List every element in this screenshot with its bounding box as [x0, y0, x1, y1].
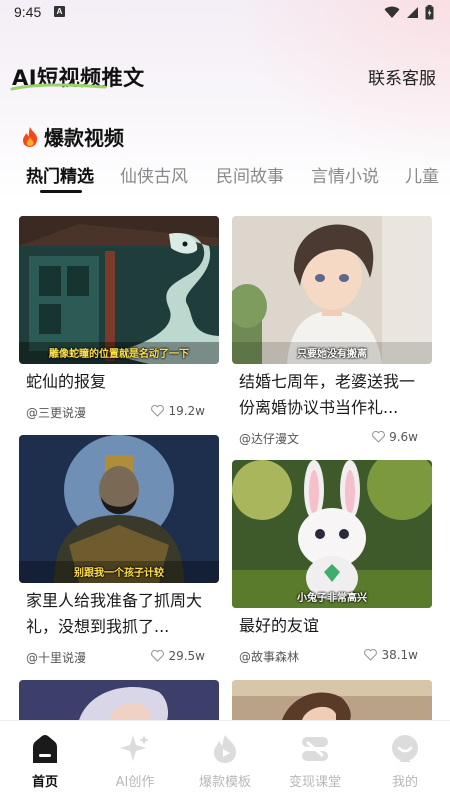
- nav-ai-create[interactable]: AI创作: [105, 733, 165, 790]
- tab-hot-picks[interactable]: 热门精选: [26, 162, 94, 187]
- nav-profile[interactable]: 我的: [375, 733, 435, 790]
- bottom-navigation: 首页 AI创作 爆款模板 变现课堂 我的: [0, 720, 450, 800]
- video-thumbnail[interactable]: [232, 680, 432, 720]
- card-title[interactable]: 蛇仙的报复: [26, 369, 216, 395]
- nav-home[interactable]: 首页: [15, 733, 75, 790]
- card-title[interactable]: 家里人给我准备了抓周大礼，没想到我抓了...: [26, 588, 216, 640]
- heart-icon: [364, 649, 378, 661]
- thumbnail-caption: 雕像蛇瞳的位置就是名动了一下: [49, 349, 189, 360]
- heart-icon: [372, 431, 386, 443]
- video-card[interactable]: [19, 680, 219, 720]
- section-title: 爆款视频: [20, 122, 124, 151]
- section-title-text: 爆款视频: [44, 126, 124, 150]
- card-author[interactable]: @故事森林: [239, 648, 299, 665]
- classroom-icon: [302, 737, 328, 761]
- sparkle-icon: [120, 735, 149, 761]
- thumbnail-caption: 小兔子非常高兴: [297, 593, 367, 604]
- nav-hot-templates[interactable]: 爆款模板: [195, 733, 255, 790]
- card-title[interactable]: 最好的友谊: [239, 613, 429, 639]
- nav-classroom[interactable]: 变现课堂: [285, 733, 345, 790]
- card-likes[interactable]: 9.6w: [372, 430, 418, 444]
- nav-label: 我的: [391, 775, 418, 790]
- card-author[interactable]: @达仔漫文: [239, 430, 299, 447]
- signal-icon: [407, 7, 418, 18]
- video-card[interactable]: [232, 680, 432, 720]
- card-likes[interactable]: 29.5w: [151, 649, 205, 663]
- card-author[interactable]: @十里说漫: [26, 649, 86, 666]
- thumbnail-caption: 只要她没有搬离: [297, 349, 367, 360]
- video-thumbnail[interactable]: [19, 680, 219, 720]
- card-author[interactable]: @三更说漫: [26, 404, 86, 421]
- heart-icon: [151, 405, 165, 417]
- home-icon: [33, 735, 57, 763]
- nav-label: 首页: [31, 775, 58, 790]
- tab-xianxia[interactable]: 仙侠古风: [120, 162, 188, 187]
- tab-romance[interactable]: 言情小说: [311, 162, 379, 187]
- nav-label: 爆款模板: [198, 775, 251, 790]
- status-time: 9:45: [14, 4, 42, 20]
- tab-folk-stories[interactable]: 民间故事: [216, 162, 284, 187]
- heart-icon: [151, 650, 165, 662]
- card-title[interactable]: 结婚七周年，老婆送我一份离婚协议书当作礼...: [239, 369, 429, 421]
- video-card[interactable]: 雕像蛇瞳的位置就是名动了一下 蛇仙的报复 @三更说漫 19.2w: [19, 216, 219, 426]
- likes-count: 9.6w: [389, 430, 418, 444]
- likes-count: 29.5w: [168, 649, 205, 663]
- status-icons: [384, 5, 434, 20]
- video-thumbnail[interactable]: 小兔子非常高兴: [232, 460, 432, 608]
- title-underline-swoosh: [10, 83, 107, 91]
- battery-icon: [425, 5, 434, 20]
- status-bar: 9:45 A: [0, 0, 450, 26]
- card-likes[interactable]: 38.1w: [364, 648, 418, 662]
- card-likes[interactable]: 19.2w: [151, 404, 205, 418]
- notification-badge: A: [54, 6, 65, 17]
- wifi-icon: [384, 6, 400, 18]
- profile-icon: [392, 735, 418, 762]
- nav-label: 变现课堂: [288, 775, 341, 790]
- tab-children[interactable]: 儿童: [405, 162, 439, 187]
- active-tab-indicator: [40, 190, 82, 193]
- video-card[interactable]: 别跟我一个孩子计较 家里人给我准备了抓周大礼，没想到我抓了... @十里说漫 2…: [19, 435, 219, 670]
- fire-template-icon: [214, 735, 236, 763]
- nav-label: AI创作: [115, 775, 155, 790]
- fire-icon: [23, 126, 38, 147]
- video-thumbnail[interactable]: 雕像蛇瞳的位置就是名动了一下: [19, 216, 219, 364]
- video-card[interactable]: 只要她没有搬离 结婚七周年，老婆送我一份离婚协议书当作礼... @达仔漫文 9.…: [232, 216, 432, 446]
- contact-support-button[interactable]: 联系客服: [368, 64, 436, 89]
- video-thumbnail[interactable]: 只要她没有搬离: [232, 216, 432, 364]
- likes-count: 38.1w: [381, 648, 418, 662]
- likes-count: 19.2w: [168, 404, 205, 418]
- category-tabs: 热门精选 仙侠古风 民间故事 言情小说 儿童: [0, 162, 450, 192]
- video-card[interactable]: 小兔子非常高兴 最好的友谊 @故事森林 38.1w: [232, 460, 432, 670]
- video-thumbnail[interactable]: 别跟我一个孩子计较: [19, 435, 219, 583]
- thumbnail-caption: 别跟我一个孩子计较: [74, 568, 164, 579]
